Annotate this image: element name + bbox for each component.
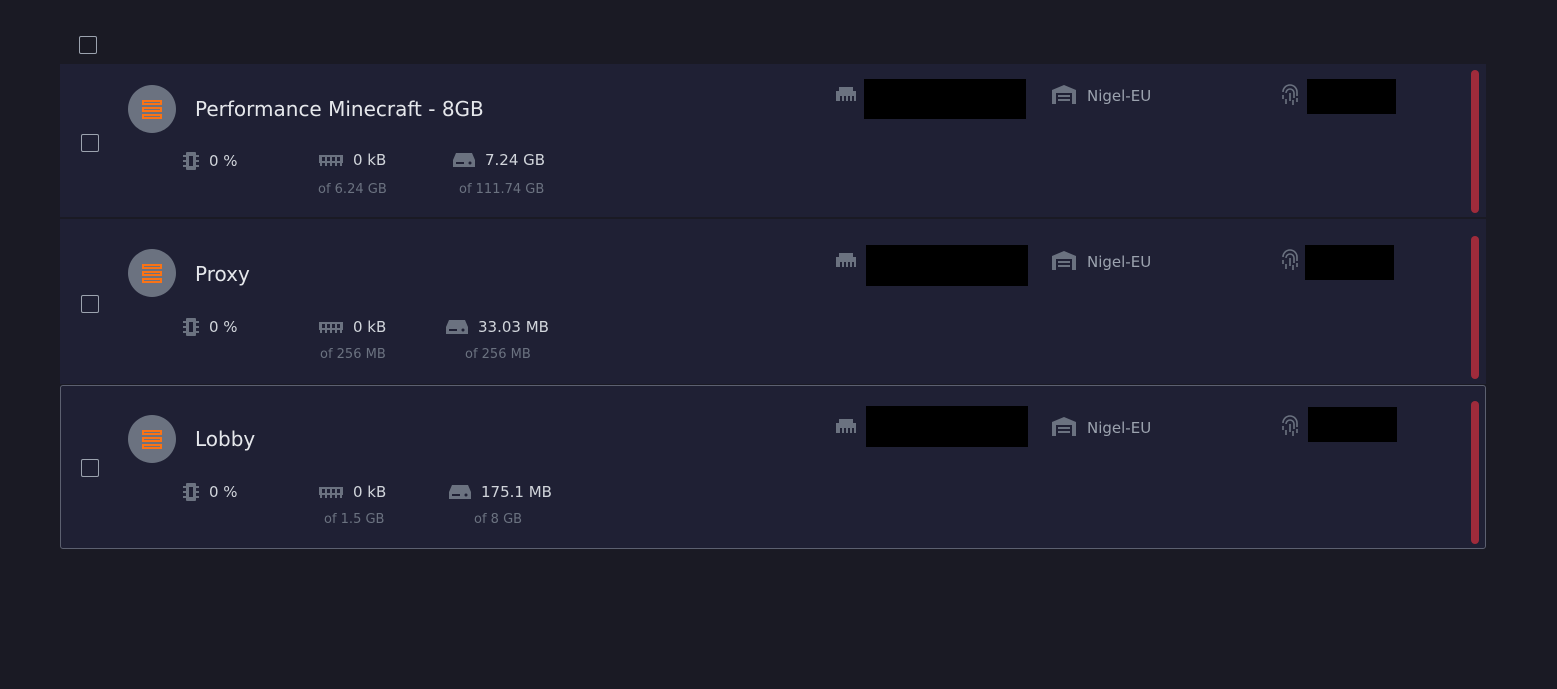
disk-limit: of 256 MB	[465, 347, 531, 362]
disk-stat: 33.03 MB	[446, 318, 549, 336]
hard-drive-icon	[449, 485, 471, 499]
warehouse-icon	[1052, 251, 1076, 270]
warehouse-icon	[1052, 85, 1076, 104]
cpu-stat: 0 %	[183, 317, 238, 337]
server-stack-icon	[142, 430, 162, 449]
hard-drive-icon	[453, 153, 475, 167]
server-name[interactable]: Lobby	[195, 427, 255, 451]
cpu-value: 0 %	[209, 152, 238, 170]
cpu-chip-icon	[183, 152, 199, 170]
memory-value: 0 kB	[353, 483, 387, 501]
cpu-chip-icon	[183, 483, 199, 501]
server-stack-icon	[142, 100, 162, 119]
redacted-identifier	[1308, 407, 1397, 442]
redacted-address	[866, 406, 1028, 447]
status-indicator	[1471, 70, 1479, 213]
redacted-identifier	[1305, 245, 1394, 280]
redacted-address	[866, 245, 1028, 286]
row-checkbox[interactable]	[81, 134, 99, 152]
disk-stat: 175.1 MB	[449, 483, 552, 501]
ethernet-icon	[836, 87, 856, 101]
memory-ram-icon	[319, 155, 343, 166]
server-name[interactable]: Proxy	[195, 262, 250, 286]
ethernet-icon	[836, 253, 856, 267]
server-avatar	[128, 85, 176, 133]
cpu-value: 0 %	[209, 483, 238, 501]
memory-value: 0 kB	[353, 318, 387, 336]
server-stack-icon	[142, 264, 162, 283]
node-name: Nigel-EU	[1087, 253, 1152, 271]
disk-value: 7.24 GB	[485, 151, 546, 169]
server-row[interactable]: Lobby 0 % 0 kB of 1.5 GB 175.1 MB of 8 G…	[60, 385, 1486, 549]
memory-limit: of 1.5 GB	[324, 512, 385, 527]
cpu-stat: 0 %	[183, 482, 238, 502]
redacted-address	[864, 79, 1026, 119]
disk-stat: 7.24 GB	[453, 151, 545, 169]
server-name[interactable]: Performance Minecraft - 8GB	[195, 97, 484, 121]
disk-limit: of 111.74 GB	[459, 182, 545, 197]
memory-stat: 0 kB	[319, 483, 386, 501]
memory-stat: 0 kB	[319, 151, 386, 169]
fingerprint-icon	[1282, 415, 1298, 436]
fingerprint-icon	[1282, 249, 1298, 270]
memory-limit: of 256 MB	[320, 347, 386, 362]
disk-value: 33.03 MB	[478, 318, 549, 336]
server-avatar	[128, 249, 176, 297]
memory-stat: 0 kB	[319, 318, 386, 336]
node-name: Nigel-EU	[1087, 87, 1152, 105]
disk-limit: of 8 GB	[474, 512, 523, 527]
server-row[interactable]: Proxy 0 % 0 kB of 256 MB 33.03 MB of 256…	[60, 219, 1486, 384]
warehouse-icon	[1052, 417, 1076, 436]
cpu-stat: 0 %	[183, 151, 238, 171]
status-indicator	[1471, 401, 1479, 544]
redacted-identifier	[1307, 79, 1396, 114]
memory-ram-icon	[319, 322, 343, 333]
hard-drive-icon	[446, 320, 468, 334]
server-row[interactable]: Performance Minecraft - 8GB 0 % 0 kB of …	[60, 64, 1486, 217]
cpu-value: 0 %	[209, 318, 238, 336]
fingerprint-icon	[1282, 84, 1298, 105]
node-name: Nigel-EU	[1087, 419, 1152, 437]
cpu-chip-icon	[183, 318, 199, 336]
status-indicator	[1471, 236, 1479, 379]
memory-value: 0 kB	[353, 151, 387, 169]
row-checkbox[interactable]	[81, 459, 99, 477]
memory-limit: of 6.24 GB	[318, 182, 387, 197]
disk-value: 175.1 MB	[481, 483, 552, 501]
memory-ram-icon	[319, 487, 343, 498]
select-all-checkbox[interactable]	[79, 36, 97, 54]
row-checkbox[interactable]	[81, 295, 99, 313]
server-avatar	[128, 415, 176, 463]
ethernet-icon	[836, 419, 856, 433]
